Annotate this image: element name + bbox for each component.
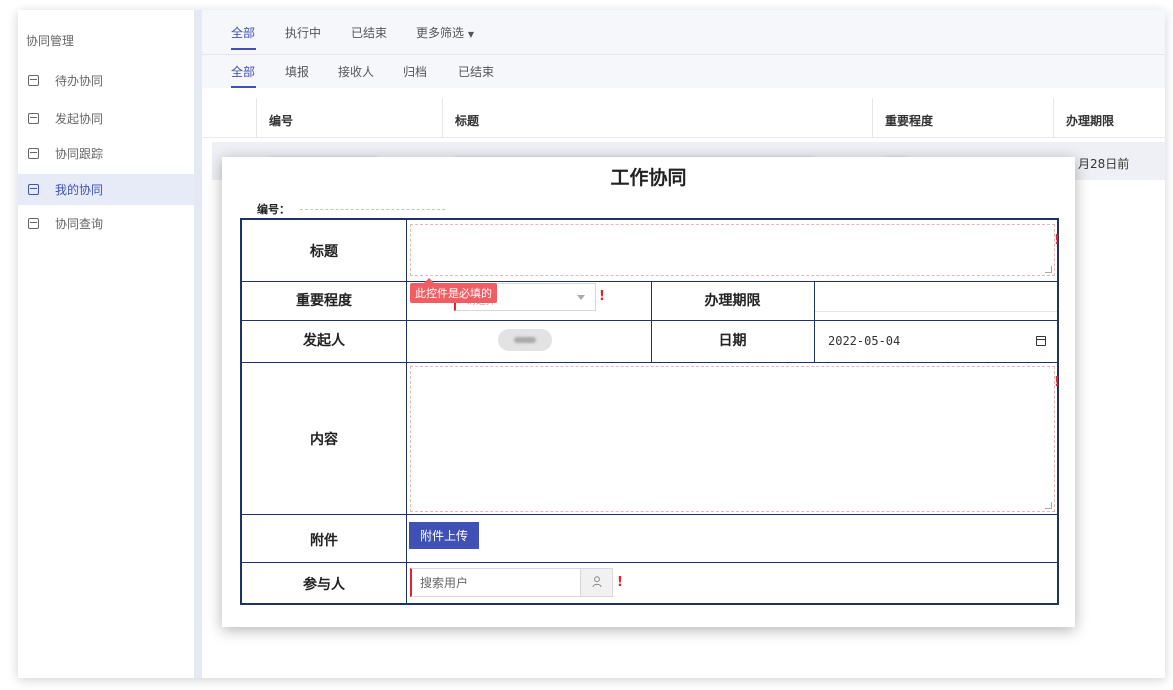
resize-handle-icon[interactable] <box>1045 502 1052 509</box>
required-mark: ! <box>1054 375 1060 390</box>
subtab-all[interactable]: 全部 <box>231 63 255 80</box>
sidebar-item-query[interactable]: 协同查询 <box>18 208 194 239</box>
sidebar-item-mine[interactable]: 我的协同 <box>18 174 194 205</box>
label-date: 日期 <box>718 333 747 349</box>
label-participants: 参与人 <box>303 577 345 593</box>
label-title: 标题 <box>310 244 338 260</box>
label-initiator: 发起人 <box>303 333 345 349</box>
table-header: 编号 标题 重要程度 办理期限 <box>202 98 1165 138</box>
row-deadline-text: 月28日前 <box>1078 157 1130 171</box>
row-divider <box>242 562 1057 563</box>
title-textarea[interactable] <box>410 224 1055 276</box>
blurred-name <box>514 337 536 343</box>
sidebar-title: 协同管理 <box>26 34 75 48</box>
serial-number-field[interactable] <box>300 209 445 210</box>
initiator-tag <box>498 329 552 351</box>
tab-row-separator <box>202 54 1165 55</box>
serial-number-label: 编号： <box>257 203 290 216</box>
required-mark: ! <box>1054 233 1060 248</box>
row-divider <box>242 514 1057 515</box>
sidebar-item-label: 协同跟踪 <box>55 147 104 161</box>
column-divider <box>406 220 407 603</box>
row-divider <box>242 320 1057 321</box>
user-icon <box>592 576 602 588</box>
calendar-icon <box>28 218 39 229</box>
label-content: 内容 <box>310 432 338 448</box>
required-tooltip: 此控件是必填的 <box>410 278 497 303</box>
caret-down-icon: ▼ <box>467 30 474 39</box>
calendar-icon <box>28 113 39 124</box>
row-divider <box>242 281 1057 282</box>
calendar-icon <box>28 148 39 159</box>
subtab-archive[interactable]: 归档 <box>403 63 427 80</box>
column-separator <box>872 98 873 138</box>
sidebar-item-initiate[interactable]: 发起协同 <box>18 103 194 134</box>
tab-underline <box>231 48 256 50</box>
subtab-fill[interactable]: 填报 <box>285 63 309 80</box>
column-separator <box>442 98 443 138</box>
caret-down-icon <box>577 295 585 300</box>
tab-all[interactable]: 全部 <box>231 24 255 41</box>
column-header-number[interactable]: 编号 <box>269 112 293 129</box>
form-title: 工作协同 <box>610 167 687 189</box>
row-divider <box>242 362 1057 363</box>
column-separator <box>256 98 257 138</box>
calendar-icon[interactable] <box>1036 336 1046 346</box>
upload-attachment-button[interactable]: 附件上传 <box>409 522 479 549</box>
sidebar-item-tracking[interactable]: 协同跟踪 <box>18 138 194 169</box>
resize-handle-icon[interactable] <box>1045 266 1052 273</box>
label-deadline: 办理期限 <box>704 293 761 309</box>
tab-more-filters[interactable]: 更多筛选 ▼ <box>416 24 474 41</box>
required-mark: ! <box>599 289 605 304</box>
column-header-title[interactable]: 标题 <box>455 112 479 129</box>
calendar-icon <box>28 75 39 86</box>
column-header-importance[interactable]: 重要程度 <box>885 112 933 129</box>
column-header-deadline[interactable]: 办理期限 <box>1066 112 1114 129</box>
label-attachment: 附件 <box>310 533 338 549</box>
sidebar-item-label: 发起协同 <box>55 112 104 126</box>
column-separator <box>1053 98 1054 138</box>
sidebar-item-label: 我的协同 <box>55 183 104 197</box>
subtab-receiver[interactable]: 接收人 <box>338 63 374 80</box>
sidebar-item-pending[interactable]: 待办协同 <box>18 65 194 96</box>
date-input[interactable]: 2022-05-04 <box>818 328 1054 354</box>
tab-in-progress[interactable]: 执行中 <box>285 24 321 41</box>
sidebar-divider <box>194 10 202 678</box>
participant-search <box>410 568 613 597</box>
calendar-icon <box>28 184 39 195</box>
search-user-button[interactable] <box>580 569 612 596</box>
label-importance: 重要程度 <box>296 293 352 309</box>
deadline-input[interactable] <box>815 286 1057 312</box>
search-user-input[interactable] <box>412 569 582 596</box>
sidebar: 协同管理 待办协同 发起协同 协同跟踪 我的协同 协同查询 <box>18 10 194 678</box>
sidebar-item-label: 待办协同 <box>55 74 104 88</box>
sidebar-item-label: 协同查询 <box>55 217 104 231</box>
subtab-underline <box>231 86 256 88</box>
date-value: 2022-05-04 <box>828 334 901 348</box>
subtab-finished[interactable]: 已结束 <box>458 63 494 80</box>
required-mark: ! <box>617 575 623 590</box>
tab-more-filters-label: 更多筛选 <box>416 26 465 40</box>
work-coordination-form: 工作协同 编号： 标题 重要程度 办理期限 发起人 日期 内容 附件 参与人 !… <box>222 157 1075 627</box>
content-textarea[interactable] <box>410 366 1055 512</box>
tab-finished[interactable]: 已结束 <box>351 24 387 41</box>
